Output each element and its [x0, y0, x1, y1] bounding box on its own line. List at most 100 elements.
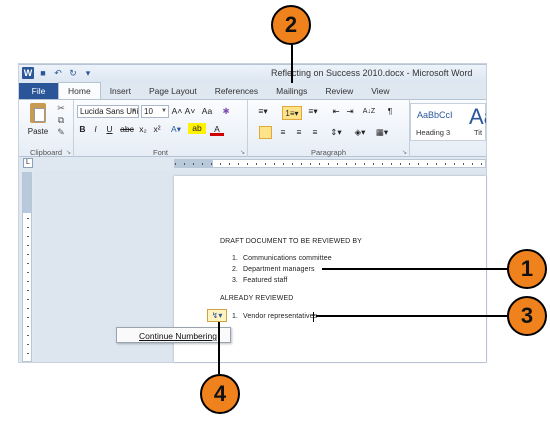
paragraph-launcher-icon[interactable]: ↘ — [402, 149, 407, 156]
customize-toolbar-icon[interactable]: ▾ — [82, 67, 94, 79]
align-right-icon[interactable]: ≡ — [293, 126, 305, 139]
callout-2: 2 — [271, 5, 311, 45]
bold-button[interactable]: B — [77, 123, 88, 136]
callout-4-leader — [218, 322, 220, 374]
grow-font-button[interactable]: A˄ — [171, 105, 183, 118]
font-name-box[interactable]: Lucida Sans Uni ▼ — [77, 105, 139, 118]
italic-button[interactable]: I — [90, 123, 101, 136]
superscript-button[interactable]: x² — [151, 123, 163, 136]
font-group-label: Font — [152, 148, 168, 157]
tab-mailings[interactable]: Mailings — [267, 83, 316, 99]
callout-1-leader — [322, 268, 508, 270]
show-marks-button[interactable]: ¶ — [384, 105, 396, 118]
text-effects-icon[interactable]: A▾ — [168, 123, 184, 136]
list-number: 1. — [232, 313, 238, 320]
tab-page-layout[interactable]: Page Layout — [140, 83, 206, 99]
list-item: Communications committee — [243, 255, 332, 262]
justify-icon[interactable]: ≡ — [309, 126, 321, 139]
align-center-icon[interactable]: ≡ — [277, 126, 289, 139]
vertical-ruler[interactable] — [22, 172, 32, 362]
shrink-font-button[interactable]: A˅ — [184, 105, 196, 118]
tab-references[interactable]: References — [206, 83, 267, 99]
word-app-icon[interactable]: W — [22, 67, 34, 79]
autocorrect-options-button[interactable]: ↯▾ — [207, 309, 227, 322]
paste-label: Paste — [27, 127, 49, 136]
change-case-button[interactable]: Aa — [198, 105, 216, 118]
callout-2-leader — [291, 43, 293, 83]
multilevel-list-icon[interactable]: ≡▾ — [304, 105, 322, 118]
quick-access-toolbar: W ■ ↶ ↻ ▾ — [22, 67, 94, 79]
paragraph-group-label: Paragraph — [310, 148, 347, 157]
line-spacing-icon[interactable]: ⇕▾ — [328, 126, 344, 139]
font-color-button[interactable]: A — [210, 123, 224, 136]
callout-3-leader — [316, 315, 507, 317]
list-number: 1. — [232, 255, 238, 262]
strikethrough-button[interactable]: abc — [119, 123, 135, 136]
subscript-button[interactable]: x₂ — [137, 123, 149, 136]
font-size-box[interactable]: 10 ▼ — [141, 105, 169, 118]
list-item: Vendor representatives — [243, 313, 318, 320]
vertical-ruler-margin — [23, 173, 31, 213]
heading-reviewed: ALREADY REVIEWED — [220, 295, 294, 302]
sort-icon[interactable]: A↓Z — [361, 105, 377, 118]
clipboard-launcher-icon[interactable]: ↘ — [66, 149, 71, 156]
list-number: 2. — [232, 266, 238, 273]
tab-insert[interactable]: Insert — [101, 83, 140, 99]
increase-indent-icon[interactable]: ⇥ — [344, 105, 356, 118]
cut-icon[interactable]: ✂ — [55, 103, 67, 114]
format-painter-icon[interactable]: ✎ — [55, 127, 67, 138]
shading-icon[interactable]: ◈▾ — [351, 126, 369, 139]
lightning-icon: ↯▾ — [211, 311, 223, 320]
paste-button[interactable]: Paste — [25, 103, 51, 141]
ruler-bar: L — [19, 157, 486, 170]
callout-4: 4 — [200, 374, 240, 414]
save-icon[interactable]: ■ — [37, 67, 49, 79]
callout-1: 1 — [507, 249, 547, 289]
title-bar: W ■ ↶ ↻ ▾ Reflecting on Success 2010.doc… — [19, 65, 486, 82]
callout-3: 3 — [507, 296, 547, 336]
horizontal-ruler[interactable] — [174, 159, 486, 168]
font-size-value: 10 — [144, 107, 153, 116]
window-title: Reflecting on Success 2010.docx - Micros… — [271, 68, 473, 78]
ruler-ticks — [175, 163, 485, 165]
ribbon-tabs: File Home Insert Page Layout References … — [19, 82, 486, 99]
clear-formatting-icon[interactable]: ✱ — [219, 105, 233, 118]
list-item: Featured staff — [243, 277, 288, 284]
clipboard-group-label: Clipboard — [29, 148, 63, 157]
redo-icon[interactable]: ↻ — [67, 67, 79, 79]
styles-gallery[interactable]: AaBbCcI Heading 3 Aa Tit — [410, 103, 486, 141]
highlight-icon[interactable]: ab — [188, 123, 206, 134]
clipboard-icon — [30, 103, 46, 123]
numbering-icon: 1≡▾ — [285, 109, 299, 118]
numbering-button[interactable]: 1≡▾ — [282, 106, 302, 120]
paragraph-group: ≡▾ 1≡▾ ≡▾ ⇤ ⇥ A↓Z ¶ ≡ ≡ ≡ ⇕▾ ◈▾ ▦▾ Parag… — [248, 100, 410, 158]
list-item: Department managers — [243, 266, 315, 273]
borders-icon[interactable]: ▦▾ — [373, 126, 391, 139]
style-sample-heading3: AaBbCcI — [417, 110, 453, 120]
tab-file[interactable]: File — [19, 83, 58, 99]
font-group: Lucida Sans Uni ▼ 10 ▼ A˄ A˅ Aa ✱ B I U … — [74, 100, 248, 158]
decrease-indent-icon[interactable]: ⇤ — [330, 105, 342, 118]
align-left-icon[interactable] — [259, 126, 272, 139]
autocorrect-menu: Continue Numbering — [116, 327, 231, 343]
ribbon: Paste ✂ ⧉ ✎ Clipboard ↘ Lucida Sans Uni … — [19, 99, 486, 158]
font-launcher-icon[interactable]: ↘ — [240, 149, 245, 156]
underline-button[interactable]: U — [104, 123, 115, 136]
list-number: 3. — [232, 277, 238, 284]
undo-icon[interactable]: ↶ — [52, 67, 64, 79]
tab-view[interactable]: View — [362, 83, 398, 99]
chevron-down-icon: ▼ — [131, 108, 137, 114]
continue-numbering-menu-item[interactable]: Continue Numbering — [139, 331, 217, 341]
tab-review[interactable]: Review — [316, 83, 362, 99]
clipboard-group: Paste ✂ ⧉ ✎ Clipboard ↘ — [19, 100, 74, 158]
copy-icon[interactable]: ⧉ — [55, 115, 67, 126]
tab-selector-icon[interactable]: L — [23, 158, 33, 168]
text-cursor — [313, 312, 314, 322]
bullets-icon[interactable]: ≡▾ — [255, 105, 271, 118]
style-name-heading3: Heading 3 — [416, 128, 451, 137]
heading-draft: DRAFT DOCUMENT TO BE REVIEWED BY — [220, 238, 362, 245]
style-name-title: Tit — [474, 128, 483, 137]
chevron-down-icon: ▼ — [161, 108, 167, 114]
tab-home[interactable]: Home — [58, 82, 101, 99]
style-sample-title: Aa — [469, 104, 486, 129]
